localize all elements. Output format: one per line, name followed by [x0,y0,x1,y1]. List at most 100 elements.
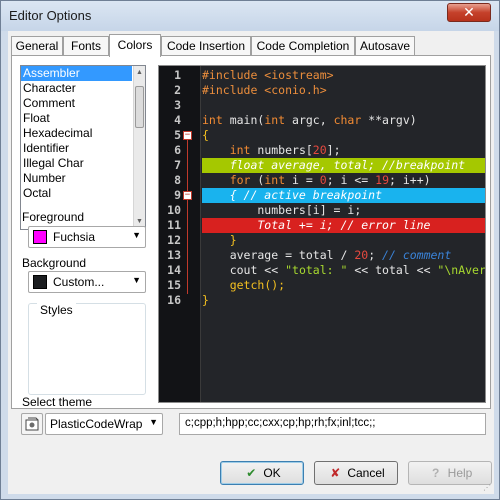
tab-autosave[interactable]: Autosave [355,36,415,56]
code-text: cout << "total: " << total << "\nAverage… [202,263,486,278]
fold-toggle-icon[interactable]: − [183,191,192,200]
tab-code-insertion[interactable]: Code Insertion [161,36,251,56]
code-line[interactable]: 5− { [159,128,485,143]
help-button[interactable]: ? Help [408,461,492,485]
code-token: for [229,173,251,187]
list-item[interactable]: Comment [21,96,145,111]
code-token: int [264,113,286,127]
code-line-green-highlight[interactable]: 7 float average, total; //breakpoint [159,158,485,173]
list-item[interactable]: Assembler [21,66,132,81]
code-line[interactable]: 13 average = total / 20; // comment [159,248,485,263]
code-token: #include <conio.h> [202,83,327,97]
code-token: cout << [202,263,286,277]
theme-picker-icon[interactable] [21,413,43,435]
scroll-thumb[interactable] [135,86,144,128]
code-line[interactable]: 1 #include <iostream> [159,68,485,83]
code-line[interactable]: 15 getch(); [159,278,485,293]
code-token: ; [368,248,383,262]
code-line[interactable]: 6 int numbers[20]; [159,143,485,158]
tab-code-completion[interactable]: Code Completion [251,36,355,56]
code-token: i = [285,173,320,187]
code-token: numbers[i] = i; [202,203,362,217]
code-token: numbers[ [250,143,313,157]
line-number: 12 [167,233,181,247]
close-button[interactable]: ✕ [447,3,491,22]
theme-select[interactable]: PlasticCodeWrap ▼ [45,413,163,435]
resize-grip-icon[interactable]: ⋰ [483,483,493,493]
list-item[interactable]: Illegal Char [21,156,145,171]
code-token: } [202,293,209,307]
fold-toggle-icon[interactable]: − [183,131,192,140]
code-line[interactable]: 12 } [159,233,485,248]
tab-general[interactable]: General [11,36,63,56]
code-line[interactable]: 3 [159,98,485,113]
code-token: #include <iostream> [202,68,334,82]
list-item[interactable]: Octal [21,186,145,201]
chevron-down-icon: ▼ [149,417,158,427]
code-token: "\nAverage: " [437,263,486,277]
window-title: Editor Options [9,8,92,23]
code-token: int [202,113,223,127]
line-number: 15 [167,278,181,292]
line-number: 6 [174,143,181,157]
file-extensions-field[interactable]: c;cpp;h;hpp;cc;cxx;cp;hp;rh;fx;inl;tcc;; [179,413,486,435]
code-line-blue-highlight[interactable]: 9− { // active breakpoint [159,188,485,203]
code-line[interactable]: 8 for (int i = 0; i <= 19; i++) [159,173,485,188]
code-line-red-highlight[interactable]: 11 Total += i; // error line [159,218,485,233]
foreground-swatch [33,230,47,244]
code-token: ( [250,173,265,187]
code-text: average = total / 20; // comment [202,248,452,263]
list-item[interactable]: Float [21,111,145,126]
list-item[interactable]: Hexadecimal [21,126,145,141]
code-token: 20 [354,248,369,262]
code-text: #include <iostream> [202,68,334,83]
scroll-up-arrow-icon[interactable]: ▲ [134,66,145,80]
line-number: 9 [174,188,181,202]
code-line[interactable]: 14 cout << "total: " << total << "\nAver… [159,263,485,278]
line-number: 5 [174,128,181,142]
ok-button[interactable]: ✔ OK [220,461,304,485]
foreground-label: Foreground [22,210,85,224]
cancel-button[interactable]: ✘ Cancel [314,461,398,485]
element-listbox[interactable]: Assembler Character Comment Float Hexadecima… [20,65,146,230]
styles-group: Styles [28,303,146,395]
help-icon: ? [431,466,440,480]
checkmark-icon: ✔ [246,466,257,480]
code-line[interactable]: 4 int main(int argc, char **argv) [159,113,485,128]
title-bar[interactable]: Editor Options ✕ [1,1,499,31]
code-token: << total << [347,263,438,277]
code-line[interactable]: 10 numbers[i] = i; [159,203,485,218]
foreground-value: Fuchsia [53,230,96,244]
foreground-color-select[interactable]: Fuchsia ▼ [28,226,146,248]
code-line[interactable]: 2 #include <conio.h> [159,83,485,98]
tab-colors[interactable]: Colors [109,34,161,57]
code-text: int numbers[20]; [202,143,341,158]
list-item[interactable]: Character [21,81,145,96]
list-item[interactable]: Number [21,171,145,186]
code-token: int [264,173,286,187]
code-preview-editor[interactable]: 1 #include <iostream> 2 #include <conio.h> 3… [158,65,486,403]
listbox-scrollbar[interactable]: ▲ ▼ [133,66,145,229]
code-token: { // active breakpoint [202,188,383,202]
list-item[interactable]: Identifier [21,141,145,156]
code-text: for (int i = 0; i <= 19; i++) [202,173,431,188]
code-token: int [229,143,251,157]
styles-label: Styles [37,303,76,317]
line-number: 7 [174,158,181,172]
code-token: char [333,113,362,127]
code-token: ; i <= [326,173,376,187]
code-token: getch(); [229,278,286,292]
code-text: int main(int argc, char **argv) [202,113,417,128]
background-color-select[interactable]: Custom... ▼ [28,271,146,293]
tab-fonts[interactable]: Fonts [63,36,109,56]
chevron-down-icon: ▼ [132,275,141,285]
code-token: 19 [375,173,390,187]
line-number: 4 [174,113,181,127]
code-text: float average, total; //breakpoint [202,158,485,173]
code-text: } [202,233,237,248]
code-token: // comment [382,248,452,262]
code-token: ; i++) [389,173,431,187]
code-line[interactable]: 16} [159,293,485,308]
